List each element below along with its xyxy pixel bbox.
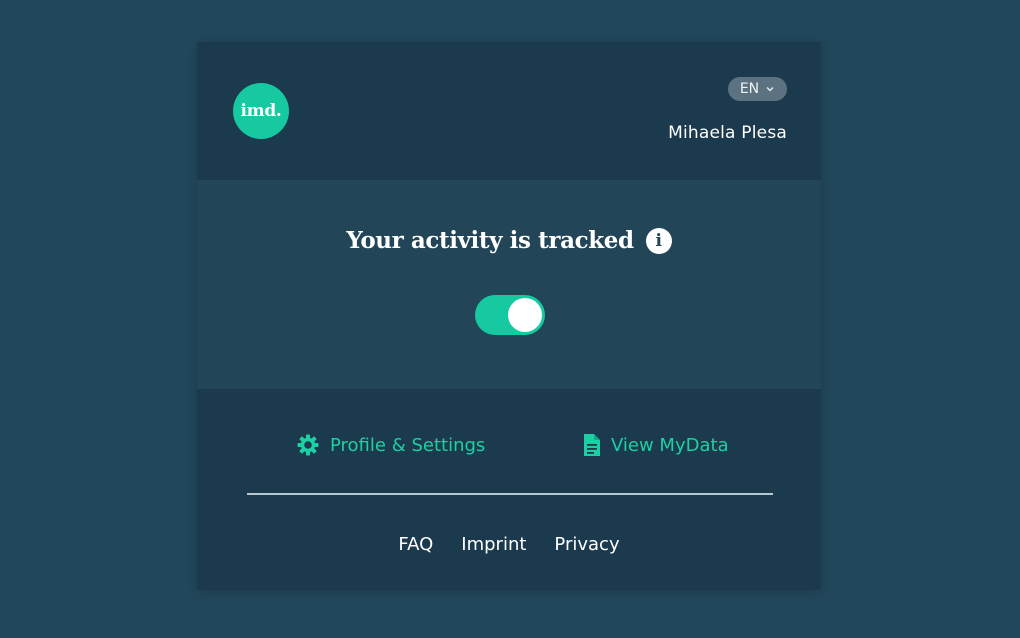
language-label: EN xyxy=(739,81,760,97)
profile-settings-link[interactable]: Profile & Settings xyxy=(296,425,485,465)
language-selector[interactable]: EN xyxy=(728,77,787,101)
document-icon xyxy=(584,434,600,456)
user-name[interactable]: Mihaela Plesa xyxy=(668,123,787,143)
divider xyxy=(247,493,773,495)
tracking-status: Your activity is tracked i xyxy=(197,227,821,254)
logo-text: imd. xyxy=(240,101,282,121)
view-mydata-label: View MyData xyxy=(611,434,729,456)
tracking-title: Your activity is tracked xyxy=(346,227,634,254)
imd-logo: imd. xyxy=(233,83,289,139)
tracking-panel: Your activity is tracked i xyxy=(197,180,821,389)
toggle-knob[interactable] xyxy=(508,298,542,332)
privacy-link[interactable]: Privacy xyxy=(554,534,619,555)
profile-settings-label: Profile & Settings xyxy=(330,434,486,456)
quick-links: Profile & Settings View MyData xyxy=(197,425,821,465)
info-icon[interactable]: i xyxy=(645,227,672,254)
tracking-toggle[interactable] xyxy=(475,295,545,335)
view-mydata-link[interactable]: View MyData xyxy=(583,425,729,465)
extension-popup: imd. EN Mihaela Plesa Your activity is t… xyxy=(197,42,821,590)
chevron-down-icon xyxy=(766,87,774,92)
imprint-link[interactable]: Imprint xyxy=(461,534,526,555)
gear-icon xyxy=(297,434,319,456)
info-symbol: i xyxy=(655,230,662,251)
popup-header: imd. EN Mihaela Plesa xyxy=(197,42,821,180)
faq-link[interactable]: FAQ xyxy=(398,534,433,555)
footer-links: FAQ Imprint Privacy xyxy=(197,534,821,555)
